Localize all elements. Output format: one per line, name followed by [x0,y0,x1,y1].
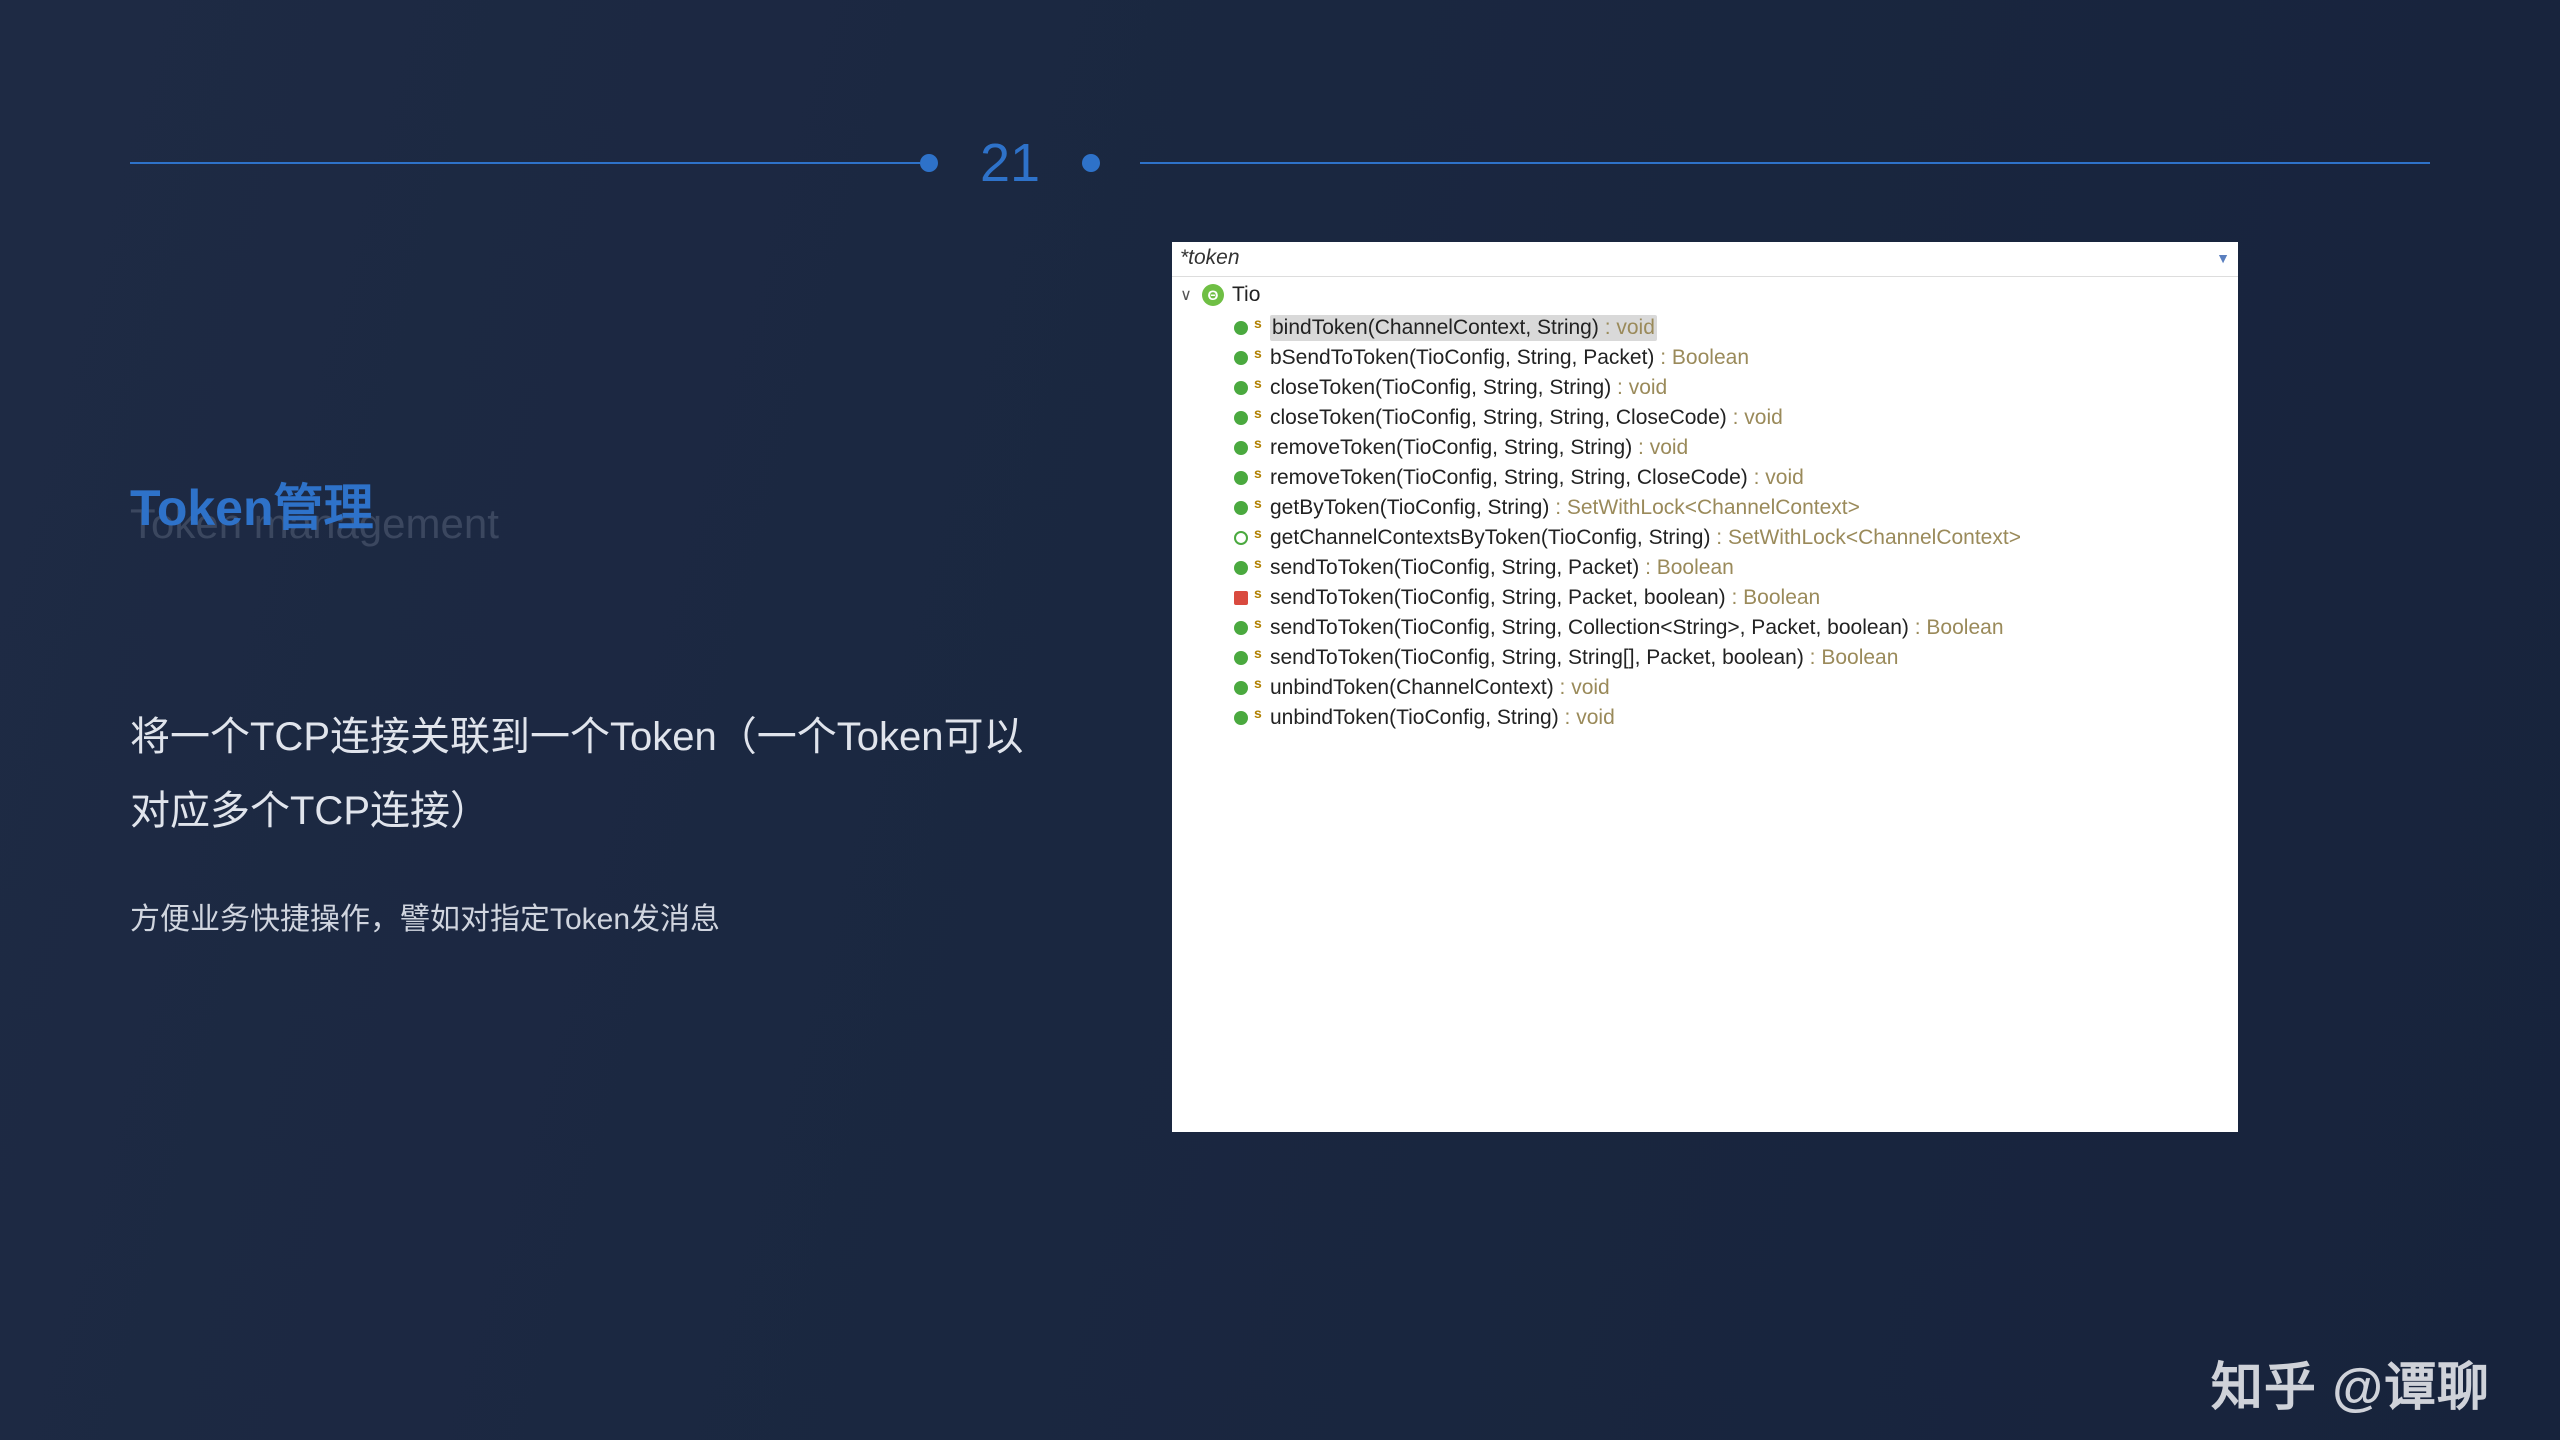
title-main: Token管理 [130,468,1060,540]
method-row[interactable]: sunbindToken(TioConfig, String) : void [1234,703,2238,733]
class-node[interactable]: ∨ Θ Tio [1178,281,2238,313]
visibility-icon [1234,351,1248,365]
search-row[interactable]: *token ▼ [1172,242,2238,277]
method-signature: sendToToken(TioConfig, String, String[],… [1270,645,1898,671]
divider-line-left [130,162,920,164]
method-row[interactable]: sremoveToken(TioConfig, String, String, … [1234,463,2238,493]
expand-toggle-icon[interactable]: ∨ [1178,285,1194,305]
top-divider: 21 [0,136,2560,190]
method-signature: closeToken(TioConfig, String, String) : … [1270,375,1667,401]
method-signature: unbindToken(TioConfig, String) : void [1270,705,1615,731]
static-badge: s [1254,580,1264,606]
static-badge: s [1254,430,1264,456]
method-row[interactable]: sremoveToken(TioConfig, String, String) … [1234,433,2238,463]
static-badge: s [1254,400,1264,426]
method-row[interactable]: ssendToToken(TioConfig, String, Packet) … [1234,553,2238,583]
watermark: 知乎 @谭聊 [2211,1345,2490,1420]
static-badge: s [1254,490,1264,516]
method-row[interactable]: scloseToken(TioConfig, String, String, C… [1234,403,2238,433]
description: 将一个TCP连接关联到一个Token（一个Token可以对应多个TCP连接） [130,700,1060,848]
method-row[interactable]: ssendToToken(TioConfig, String, Collecti… [1234,613,2238,643]
visibility-icon [1234,441,1248,455]
method-list: sbindToken(ChannelContext, String) : voi… [1178,313,2238,733]
visibility-icon [1234,651,1248,665]
method-row[interactable]: scloseToken(TioConfig, String, String) :… [1234,373,2238,403]
method-signature: closeToken(TioConfig, String, String, Cl… [1270,405,1783,431]
visibility-icon [1234,561,1248,575]
static-badge: s [1254,610,1264,636]
static-badge: s [1254,700,1264,726]
visibility-icon [1234,321,1248,335]
method-signature: removeToken(TioConfig, String, String) :… [1270,435,1688,461]
method-signature: getChannelContextsByToken(TioConfig, Str… [1270,525,2021,551]
sub-description: 方便业务快捷操作，譬如对指定Token发消息 [130,896,1060,944]
method-signature: bindToken(ChannelContext, String) : void [1270,315,1657,341]
chevron-down-icon[interactable]: ▼ [2216,250,2230,266]
static-badge: s [1254,370,1264,396]
divider-dot-right [1082,154,1100,172]
static-badge: s [1254,340,1264,366]
method-row[interactable]: ssendToToken(TioConfig, String, String[]… [1234,643,2238,673]
static-badge: s [1254,670,1264,696]
method-row[interactable]: sbindToken(ChannelContext, String) : voi… [1234,313,2238,343]
visibility-icon [1234,621,1248,635]
divider-dot-left [920,154,938,172]
method-row[interactable]: sgetChannelContextsByToken(TioConfig, St… [1234,523,2238,553]
left-content: Token management Token管理 将一个TCP连接关联到一个To… [130,468,1060,944]
method-signature: removeToken(TioConfig, String, String, C… [1270,465,1804,491]
static-badge: s [1254,520,1264,546]
static-badge: s [1254,640,1264,666]
method-row[interactable]: sbSendToToken(TioConfig, String, Packet)… [1234,343,2238,373]
search-input[interactable]: *token [1180,246,2216,270]
visibility-icon [1234,591,1248,605]
visibility-icon [1234,411,1248,425]
method-row[interactable]: ssendToToken(TioConfig, String, Packet, … [1234,583,2238,613]
page-number: 21 [938,136,1082,190]
visibility-icon [1234,471,1248,485]
method-signature: unbindToken(ChannelContext) : void [1270,675,1610,701]
visibility-icon [1234,681,1248,695]
ide-outline-panel: *token ▼ ∨ Θ Tio sbindToken(ChannelConte… [1172,242,2238,1132]
class-icon: Θ [1202,284,1224,306]
class-name: Tio [1232,283,1260,307]
visibility-icon [1234,501,1248,515]
visibility-icon [1234,711,1248,725]
visibility-icon [1234,381,1248,395]
visibility-icon [1234,531,1248,545]
method-signature: getByToken(TioConfig, String) : SetWithL… [1270,495,1860,521]
static-badge: s [1254,460,1264,486]
method-row[interactable]: sgetByToken(TioConfig, String) : SetWith… [1234,493,2238,523]
divider-line-right [1140,162,2430,164]
method-signature: sendToToken(TioConfig, String, Packet, b… [1270,585,1820,611]
method-signature: sendToToken(TioConfig, String, Collectio… [1270,615,2004,641]
method-signature: sendToToken(TioConfig, String, Packet) :… [1270,555,1734,581]
method-row[interactable]: sunbindToken(ChannelContext) : void [1234,673,2238,703]
static-badge: s [1254,310,1264,336]
static-badge: s [1254,550,1264,576]
method-signature: bSendToToken(TioConfig, String, Packet) … [1270,345,1749,371]
